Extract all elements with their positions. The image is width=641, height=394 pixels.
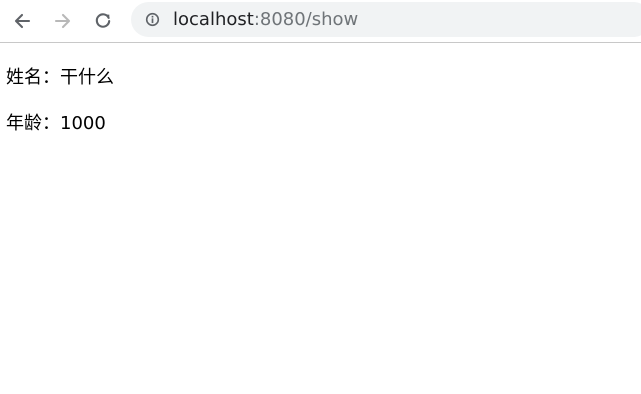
back-button[interactable]: [9, 8, 35, 34]
age-value: 1000: [60, 113, 106, 134]
url-host: localhost: [173, 9, 254, 30]
age-label: 年龄：: [6, 113, 60, 134]
name-field: 姓名：干什么: [6, 66, 114, 90]
address-bar[interactable]: localhost:8080/show: [131, 2, 641, 37]
forward-button[interactable]: [50, 8, 76, 34]
reload-icon: [95, 13, 111, 28]
page-content: 姓名：干什么 年龄：1000: [6, 66, 114, 158]
name-value: 干什么: [60, 67, 114, 88]
arrow-left-icon: [14, 13, 31, 29]
reload-button[interactable]: [90, 8, 116, 34]
arrow-right-icon: [54, 13, 71, 29]
name-label: 姓名：: [6, 67, 60, 88]
info-icon[interactable]: [145, 12, 160, 27]
url-path: :8080/show: [253, 9, 359, 30]
url-text[interactable]: localhost:8080/show: [173, 9, 358, 30]
browser-toolbar: localhost:8080/show: [0, 0, 641, 43]
age-field: 年龄：1000: [6, 112, 114, 136]
